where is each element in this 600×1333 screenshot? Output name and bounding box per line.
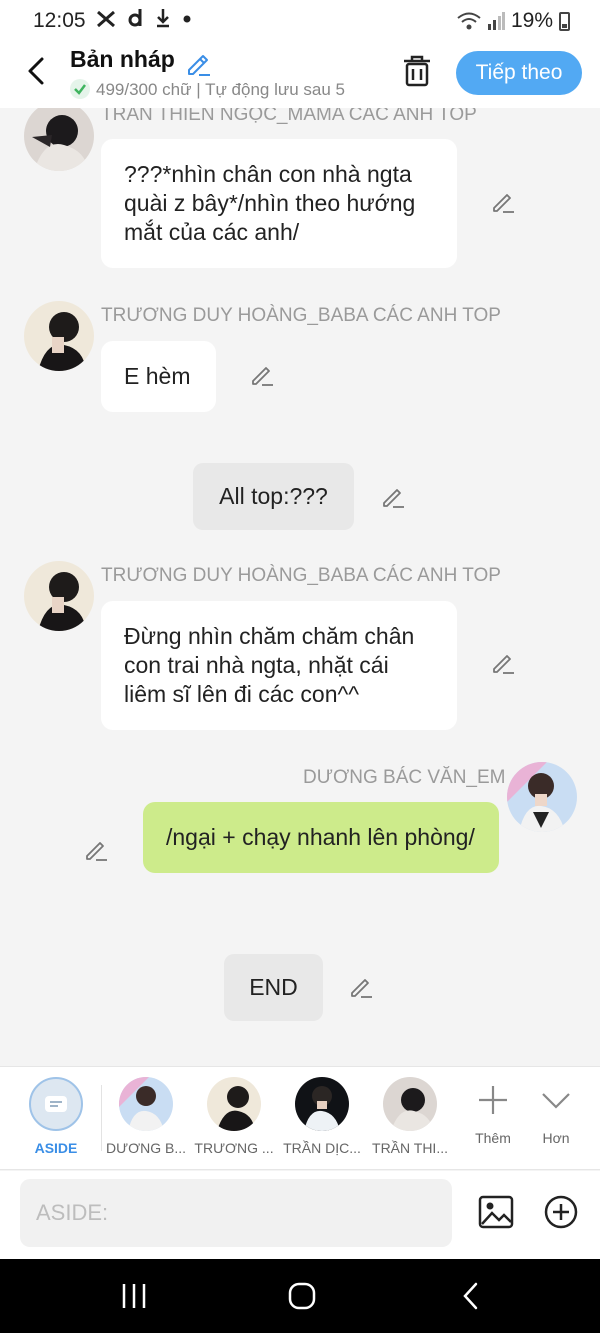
edit-title-icon[interactable]	[185, 50, 211, 76]
chevron-down-icon	[542, 1093, 570, 1109]
plus-icon	[479, 1086, 507, 1114]
header: Bản nháp 499/300 chữ | Tự động lưu sau 5…	[0, 42, 600, 108]
my-message-bubble[interactable]: /ngại + chạy nhanh lên phòng/	[143, 802, 499, 873]
edit-message-icon[interactable]	[250, 363, 274, 387]
status-app-icon	[97, 10, 115, 28]
speaker-name: TRAN THIEN NGỌC_MAMA CÁC ANH TOP	[101, 108, 477, 125]
chat-area[interactable]: TRAN THIEN NGỌC_MAMA CÁC ANH TOP ???*nhì…	[0, 108, 600, 1066]
edit-message-icon[interactable]	[349, 975, 373, 999]
status-right: 19%	[457, 9, 570, 33]
page-title: Bản nháp	[70, 46, 175, 72]
check-icon	[70, 79, 90, 99]
character-tran-thi[interactable]: TRẦN THI...	[370, 1077, 450, 1156]
recent-apps-icon[interactable]	[119, 1281, 149, 1311]
signal-icon	[487, 12, 505, 30]
message-bubble[interactable]: Đừng nhìn chăm chăm chân con trai nhà ng…	[101, 601, 457, 730]
avatar[interactable]	[507, 762, 577, 832]
home-icon[interactable]	[287, 1281, 317, 1311]
word-count-autosave: 499/300 chữ | Tự động lưu sau 5	[70, 79, 376, 100]
avatar[interactable]	[24, 561, 94, 631]
edit-message-icon[interactable]	[491, 651, 515, 675]
avatar	[207, 1077, 261, 1131]
character-duong[interactable]: DƯƠNG B...	[106, 1077, 186, 1156]
character-label: DƯƠNG B...	[106, 1140, 186, 1156]
battery-icon	[559, 11, 570, 31]
avatar	[119, 1077, 173, 1131]
edit-message-icon[interactable]	[84, 838, 108, 862]
dot-icon	[183, 15, 191, 23]
status-bar: 12:05 19%	[0, 0, 600, 42]
next-button[interactable]: Tiếp theo	[456, 51, 582, 95]
avatar[interactable]	[24, 301, 94, 371]
word-count-text: 499/300 chữ | Tự động lưu sau 5	[96, 80, 346, 99]
edit-message-icon[interactable]	[491, 190, 515, 214]
back-nav-icon[interactable]	[456, 1281, 486, 1311]
character-label: ASIDE	[34, 1140, 78, 1156]
character-aside[interactable]: ASIDE	[16, 1077, 96, 1156]
aside-icon	[29, 1077, 83, 1131]
character-tran-dic[interactable]: TRẦN DỊC...	[282, 1077, 362, 1156]
divider	[101, 1085, 102, 1151]
narration-bubble[interactable]: END	[224, 954, 323, 1021]
status-notification-icons	[96, 8, 191, 32]
wifi-icon	[457, 12, 481, 30]
trash-icon[interactable]	[402, 54, 432, 88]
more-button[interactable]: Hơn	[526, 1083, 586, 1146]
add-character-button[interactable]: Thêm	[463, 1083, 523, 1146]
character-label: TRƯƠNG ...	[194, 1140, 274, 1156]
add-label: Thêm	[475, 1130, 511, 1146]
speaker-name: DƯƠNG BÁC VĂN_EM	[303, 767, 506, 788]
avatar[interactable]	[24, 108, 94, 171]
avatar	[295, 1077, 349, 1131]
battery-text: 19%	[510, 9, 553, 32]
character-label: TRẦN DỊC...	[283, 1140, 361, 1156]
image-icon[interactable]	[478, 1194, 514, 1230]
narration-bubble[interactable]: All top:???	[193, 463, 354, 530]
title-group: Bản nháp	[70, 46, 211, 76]
message-bubble[interactable]: ???*nhìn chân con nhà ngta quài z bây*/n…	[101, 139, 457, 268]
download-icon	[157, 9, 170, 28]
message-input[interactable]	[20, 1179, 452, 1247]
more-label: Hơn	[542, 1130, 570, 1146]
speaker-name: TRƯƠNG DUY HOÀNG_BABA CÁC ANH TOP	[101, 305, 501, 326]
character-truong[interactable]: TRƯƠNG ...	[194, 1077, 274, 1156]
character-label: TRẦN THI...	[372, 1140, 448, 1156]
status-d-icon	[128, 9, 142, 27]
composer	[0, 1171, 600, 1259]
add-circle-icon[interactable]	[543, 1194, 579, 1230]
edit-message-icon[interactable]	[381, 485, 405, 509]
speaker-name: TRƯƠNG DUY HOÀNG_BABA CÁC ANH TOP	[101, 565, 501, 586]
back-arrow-icon[interactable]	[22, 56, 50, 86]
character-bar: ASIDE DƯƠNG B... TRƯƠNG ... TRẦN DỊC... …	[0, 1066, 600, 1170]
avatar	[383, 1077, 437, 1131]
status-time: 12:05	[33, 9, 86, 32]
message-bubble[interactable]: E hèm	[101, 341, 216, 412]
system-navigation-bar	[0, 1259, 600, 1333]
